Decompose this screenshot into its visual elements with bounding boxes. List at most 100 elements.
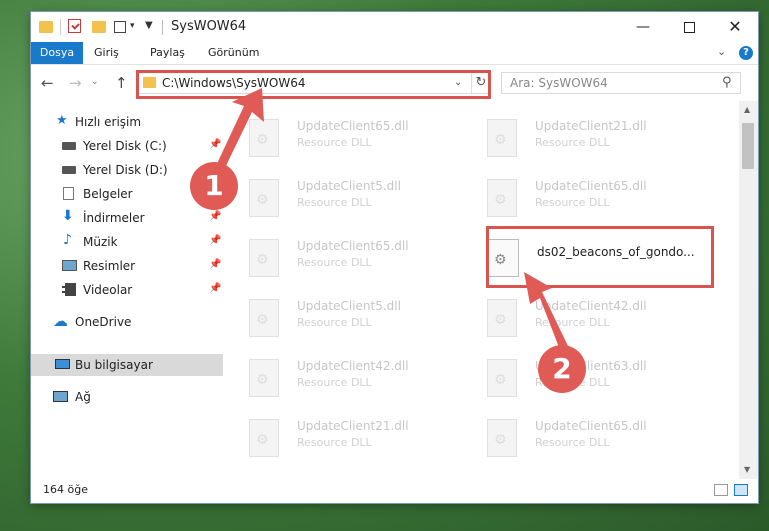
computer-icon	[55, 359, 70, 369]
ribbon-tabs: Dosya Giriş Paylaş Görünüm ⌄ ?	[31, 42, 758, 65]
file-name: UpdateClient42.dll	[297, 359, 409, 373]
sidebar-item-label: OneDrive	[75, 315, 132, 329]
documents-icon	[63, 187, 74, 200]
scroll-up-icon[interactable]: ▲	[744, 105, 750, 114]
step-badge-2: 2	[538, 345, 586, 393]
title-divider	[162, 20, 163, 35]
folder-icon[interactable]	[39, 21, 53, 33]
help-icon[interactable]: ?	[739, 46, 753, 60]
dll-file-icon	[487, 119, 517, 157]
expand-ribbon-icon[interactable]: ⌄	[717, 45, 726, 58]
minimize-button[interactable]: —	[620, 12, 666, 42]
scrollbar-thumb[interactable]	[742, 123, 754, 169]
chevron-down-icon[interactable]: ▾	[130, 21, 135, 31]
sidebar-item-downloads[interactable]: ⬇ İndirmeler 📌	[31, 207, 223, 229]
toolbar-divider	[60, 19, 61, 35]
file-name: UpdateClient5.dll	[297, 299, 401, 313]
star-icon: ★	[56, 113, 68, 128]
pin-icon[interactable]: 📌	[209, 259, 221, 270]
maximize-icon	[683, 21, 695, 33]
sidebar-item-label: Videolar	[83, 283, 133, 297]
file-name: UpdateClient65.dll	[535, 419, 647, 433]
tab-home[interactable]: Giriş	[94, 42, 119, 64]
sidebar-item-onedrive[interactable]: ☁ OneDrive	[31, 311, 223, 333]
sidebar-item-videos[interactable]: Videolar 📌	[31, 279, 223, 301]
forward-arrow-icon[interactable]: →	[69, 74, 82, 92]
sidebar-item-pictures[interactable]: Resimler 📌	[31, 255, 223, 277]
list-item[interactable]: UpdateClient5.dll Resource DLL	[227, 171, 457, 223]
maximize-button[interactable]	[666, 12, 712, 42]
pictures-icon	[62, 260, 77, 271]
list-item[interactable]: UpdateClient5.dll Resource DLL	[227, 291, 457, 343]
dll-file-icon	[249, 359, 279, 397]
file-type: Resource DLL	[535, 136, 610, 149]
pin-icon[interactable]: 📌	[209, 283, 221, 294]
file-type: Resource DLL	[297, 316, 372, 329]
dll-file-icon	[249, 299, 279, 337]
drive-icon	[62, 166, 76, 174]
sidebar-item-drive-c[interactable]: Yerel Disk (C:) 📌	[31, 135, 223, 157]
status-bar: 164 öğe	[31, 479, 758, 503]
file-name: UpdateClient65.dll	[297, 239, 409, 253]
sidebar-item-label: Bu bilgisayar	[75, 358, 153, 372]
sidebar-item-this-pc[interactable]: Bu bilgisayar	[31, 354, 223, 376]
tab-share[interactable]: Paylaş	[150, 42, 185, 64]
network-icon	[53, 391, 68, 402]
list-item[interactable]: UpdateClient42.dll Resource DLL	[227, 351, 457, 403]
sidebar-item-network[interactable]: Ağ	[31, 386, 223, 408]
list-item[interactable]: UpdateClient65.dll Resource DLL	[227, 111, 457, 163]
drive-icon	[62, 142, 76, 150]
file-name: UpdateClient65.dll	[535, 179, 647, 193]
sidebar-item-label: Müzik	[83, 235, 118, 249]
customize-toolbar-icon[interactable]: ▼	[145, 20, 153, 31]
tab-file[interactable]: Dosya	[31, 42, 83, 64]
file-list: UpdateClient65.dll Resource DLL UpdateCl…	[227, 101, 739, 479]
address-bar-highlight	[136, 70, 491, 99]
search-placeholder: Ara: SysWOW64	[510, 76, 608, 90]
music-icon: ♪	[63, 232, 72, 248]
sidebar-item-music[interactable]: ♪ Müzik 📌	[31, 231, 223, 253]
tab-view[interactable]: Görünüm	[208, 42, 259, 64]
list-item[interactable]: UpdateClient65.dll Resource DLL	[227, 231, 457, 283]
item-count: 164 öğe	[43, 483, 88, 496]
list-item[interactable]: UpdateClient65.dll Resource DLL	[465, 171, 695, 223]
file-name: UpdateClient65.dll	[297, 119, 409, 133]
search-icon[interactable]: ⚲	[722, 75, 732, 90]
pin-icon[interactable]: 📌	[209, 139, 221, 150]
view-icon[interactable]	[114, 21, 126, 33]
sidebar-item-label: Ağ	[75, 390, 91, 404]
pin-icon[interactable]: 📌	[209, 235, 221, 246]
close-button[interactable]: ✕	[712, 12, 758, 42]
up-arrow-icon[interactable]: ↑	[115, 74, 128, 92]
search-input[interactable]: Ara: SysWOW64 ⚲	[501, 72, 741, 94]
back-arrow-icon[interactable]: ←	[41, 74, 54, 92]
properties-icon[interactable]	[68, 19, 81, 33]
file-type: Resource DLL	[535, 316, 610, 329]
list-item[interactable]: UpdateClient21.dll Resource DLL	[465, 111, 695, 163]
scroll-down-icon[interactable]: ▼	[744, 465, 750, 474]
file-highlight	[486, 226, 714, 288]
details-view-icon[interactable]	[714, 484, 728, 496]
large-icons-view-icon[interactable]	[734, 484, 748, 496]
list-item[interactable]: UpdateClient21.dll Resource DLL	[227, 411, 457, 463]
dll-file-icon	[249, 239, 279, 277]
sidebar-item-label: Yerel Disk (D:)	[83, 163, 168, 177]
file-type: Resource DLL	[297, 136, 372, 149]
sidebar-item-label: Yerel Disk (C:)	[83, 139, 167, 153]
list-item[interactable]: UpdateClient65.dll Resource DLL	[465, 411, 695, 463]
step-badge-1: 1	[190, 162, 238, 210]
dll-file-icon	[249, 119, 279, 157]
pin-icon[interactable]: 📌	[209, 211, 221, 222]
dll-file-icon	[487, 419, 517, 457]
sidebar-item-quick-access[interactable]: ★ Hızlı erişim	[31, 111, 223, 133]
recent-locations-icon[interactable]: ⌄	[91, 77, 99, 87]
file-type: Resource DLL	[535, 196, 610, 209]
title-bar: ▾ ▼ SysWOW64 — ✕	[31, 12, 758, 42]
vertical-scrollbar[interactable]: ▲ ▼	[739, 101, 758, 479]
dll-file-icon	[249, 419, 279, 457]
file-name: UpdateClient5.dll	[297, 179, 401, 193]
list-item[interactable]: UpdateClient42.dll Resource DLL	[465, 291, 695, 343]
new-folder-icon[interactable]	[92, 21, 106, 33]
sidebar-item-label: İndirmeler	[83, 211, 145, 225]
file-type: Resource DLL	[535, 436, 610, 449]
